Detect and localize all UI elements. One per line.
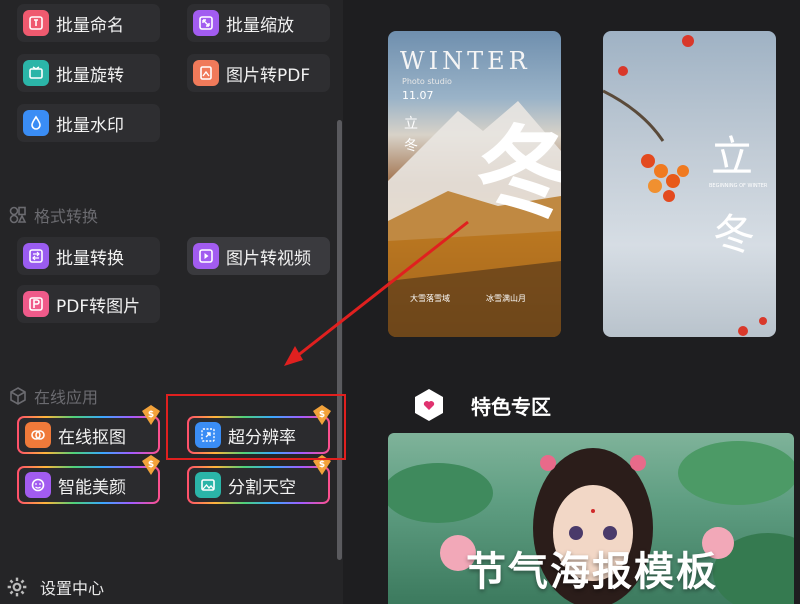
batch-rotate-button[interactable]: 批量旋转 (17, 54, 160, 92)
pdf-to-image-button[interactable]: PDF转图片 (17, 285, 160, 323)
batch-resize-label: 批量缩放 (226, 15, 294, 36)
online-cutout-button[interactable]: 在线抠图 (17, 416, 160, 454)
poster2-small: BEGINNING OF WINTER (709, 183, 768, 189)
batch-rename-button[interactable]: 批量命名 (17, 4, 160, 42)
batch-convert-button[interactable]: 批量转换 (17, 237, 160, 275)
batch-rotate-label: 批量旋转 (56, 65, 124, 86)
poster-small-1: 大雪落雪域 (410, 294, 450, 303)
pdf-icon (193, 60, 219, 86)
format-icon (9, 206, 27, 224)
batch-watermark-button[interactable]: 批量水印 (17, 104, 160, 142)
online-cutout-label: 在线抠图 (58, 427, 126, 448)
poster-title: WINTER (400, 47, 531, 75)
poster-vertical-2: 冬 (404, 138, 418, 154)
image-to-pdf-label: 图片转PDF (226, 65, 311, 86)
section-online-label: 在线应用 (34, 388, 99, 407)
highlight-box (166, 394, 346, 460)
sidebar: 批量命名 批量缩放 批量旋转 图片转PDF 批量水印 格式转换 批量转换 图片转… (0, 0, 343, 604)
resize-icon (193, 10, 219, 36)
premium-badge-icon: $ (142, 405, 160, 425)
watermark-icon (23, 110, 49, 136)
pdf-image-icon (23, 291, 49, 317)
section-online: 在线应用 (8, 384, 98, 408)
poster-date: 11.07 (402, 89, 434, 102)
batch-convert-label: 批量转换 (56, 248, 124, 269)
poster-subtitle: Photo studio (402, 77, 452, 86)
section-format-label: 格式转换 (34, 207, 99, 226)
poster2-big-1: 立 (711, 132, 754, 181)
batch-watermark-label: 批量水印 (56, 115, 124, 136)
heart-hexagon-icon (415, 389, 443, 421)
gear-icon (7, 577, 27, 597)
section-format: 格式转换 (8, 203, 98, 227)
smart-beauty-label: 智能美颜 (58, 477, 126, 498)
segment-sky-label: 分割天空 (228, 477, 296, 498)
image-to-video-label: 图片转视频 (226, 248, 311, 269)
settings-button[interactable]: 设置中心 (6, 575, 104, 599)
batch-rename-label: 批量命名 (56, 15, 124, 36)
poster-template-winter[interactable]: WINTER Photo studio 11.07 立 冬 冬 大雪落雪域 冰雪… (388, 31, 561, 337)
settings-label: 设置中心 (40, 579, 105, 598)
featured-header: 特色专区 (413, 388, 551, 422)
convert-icon (23, 243, 49, 269)
image-to-video-button[interactable]: 图片转视频 (187, 237, 330, 275)
poster-template-berries[interactable]: 立 冬 BEGINNING OF WINTER (603, 31, 776, 337)
rotate-icon (23, 60, 49, 86)
featured-banner[interactable]: 节气海报模板 (388, 433, 794, 604)
premium-badge-icon: $ (142, 455, 160, 475)
smart-beauty-button[interactable]: 智能美颜 (17, 466, 160, 504)
cube-icon (10, 387, 26, 405)
image-to-pdf-button[interactable]: 图片转PDF (187, 54, 330, 92)
cutout-icon (25, 422, 51, 448)
rename-icon (23, 10, 49, 36)
poster-small-2: 冰雪满山月 (486, 294, 526, 303)
featured-title: 特色专区 (471, 394, 551, 419)
batch-resize-button[interactable]: 批量缩放 (187, 4, 330, 42)
banner-text: 节气海报模板 (466, 549, 718, 595)
poster-big-char: 冬 (476, 114, 561, 232)
pdf-to-image-label: PDF转图片 (56, 296, 141, 317)
poster2-big-2: 冬 (713, 210, 756, 259)
sky-icon (195, 472, 221, 498)
video-icon (193, 243, 219, 269)
svg-text:$: $ (148, 460, 154, 470)
segment-sky-button[interactable]: 分割天空 (187, 466, 330, 504)
sidebar-scrollbar[interactable] (337, 120, 342, 560)
svg-text:$: $ (148, 410, 154, 420)
beauty-icon (25, 472, 51, 498)
svg-text:$: $ (319, 460, 325, 470)
poster-vertical-1: 立 (404, 116, 418, 132)
